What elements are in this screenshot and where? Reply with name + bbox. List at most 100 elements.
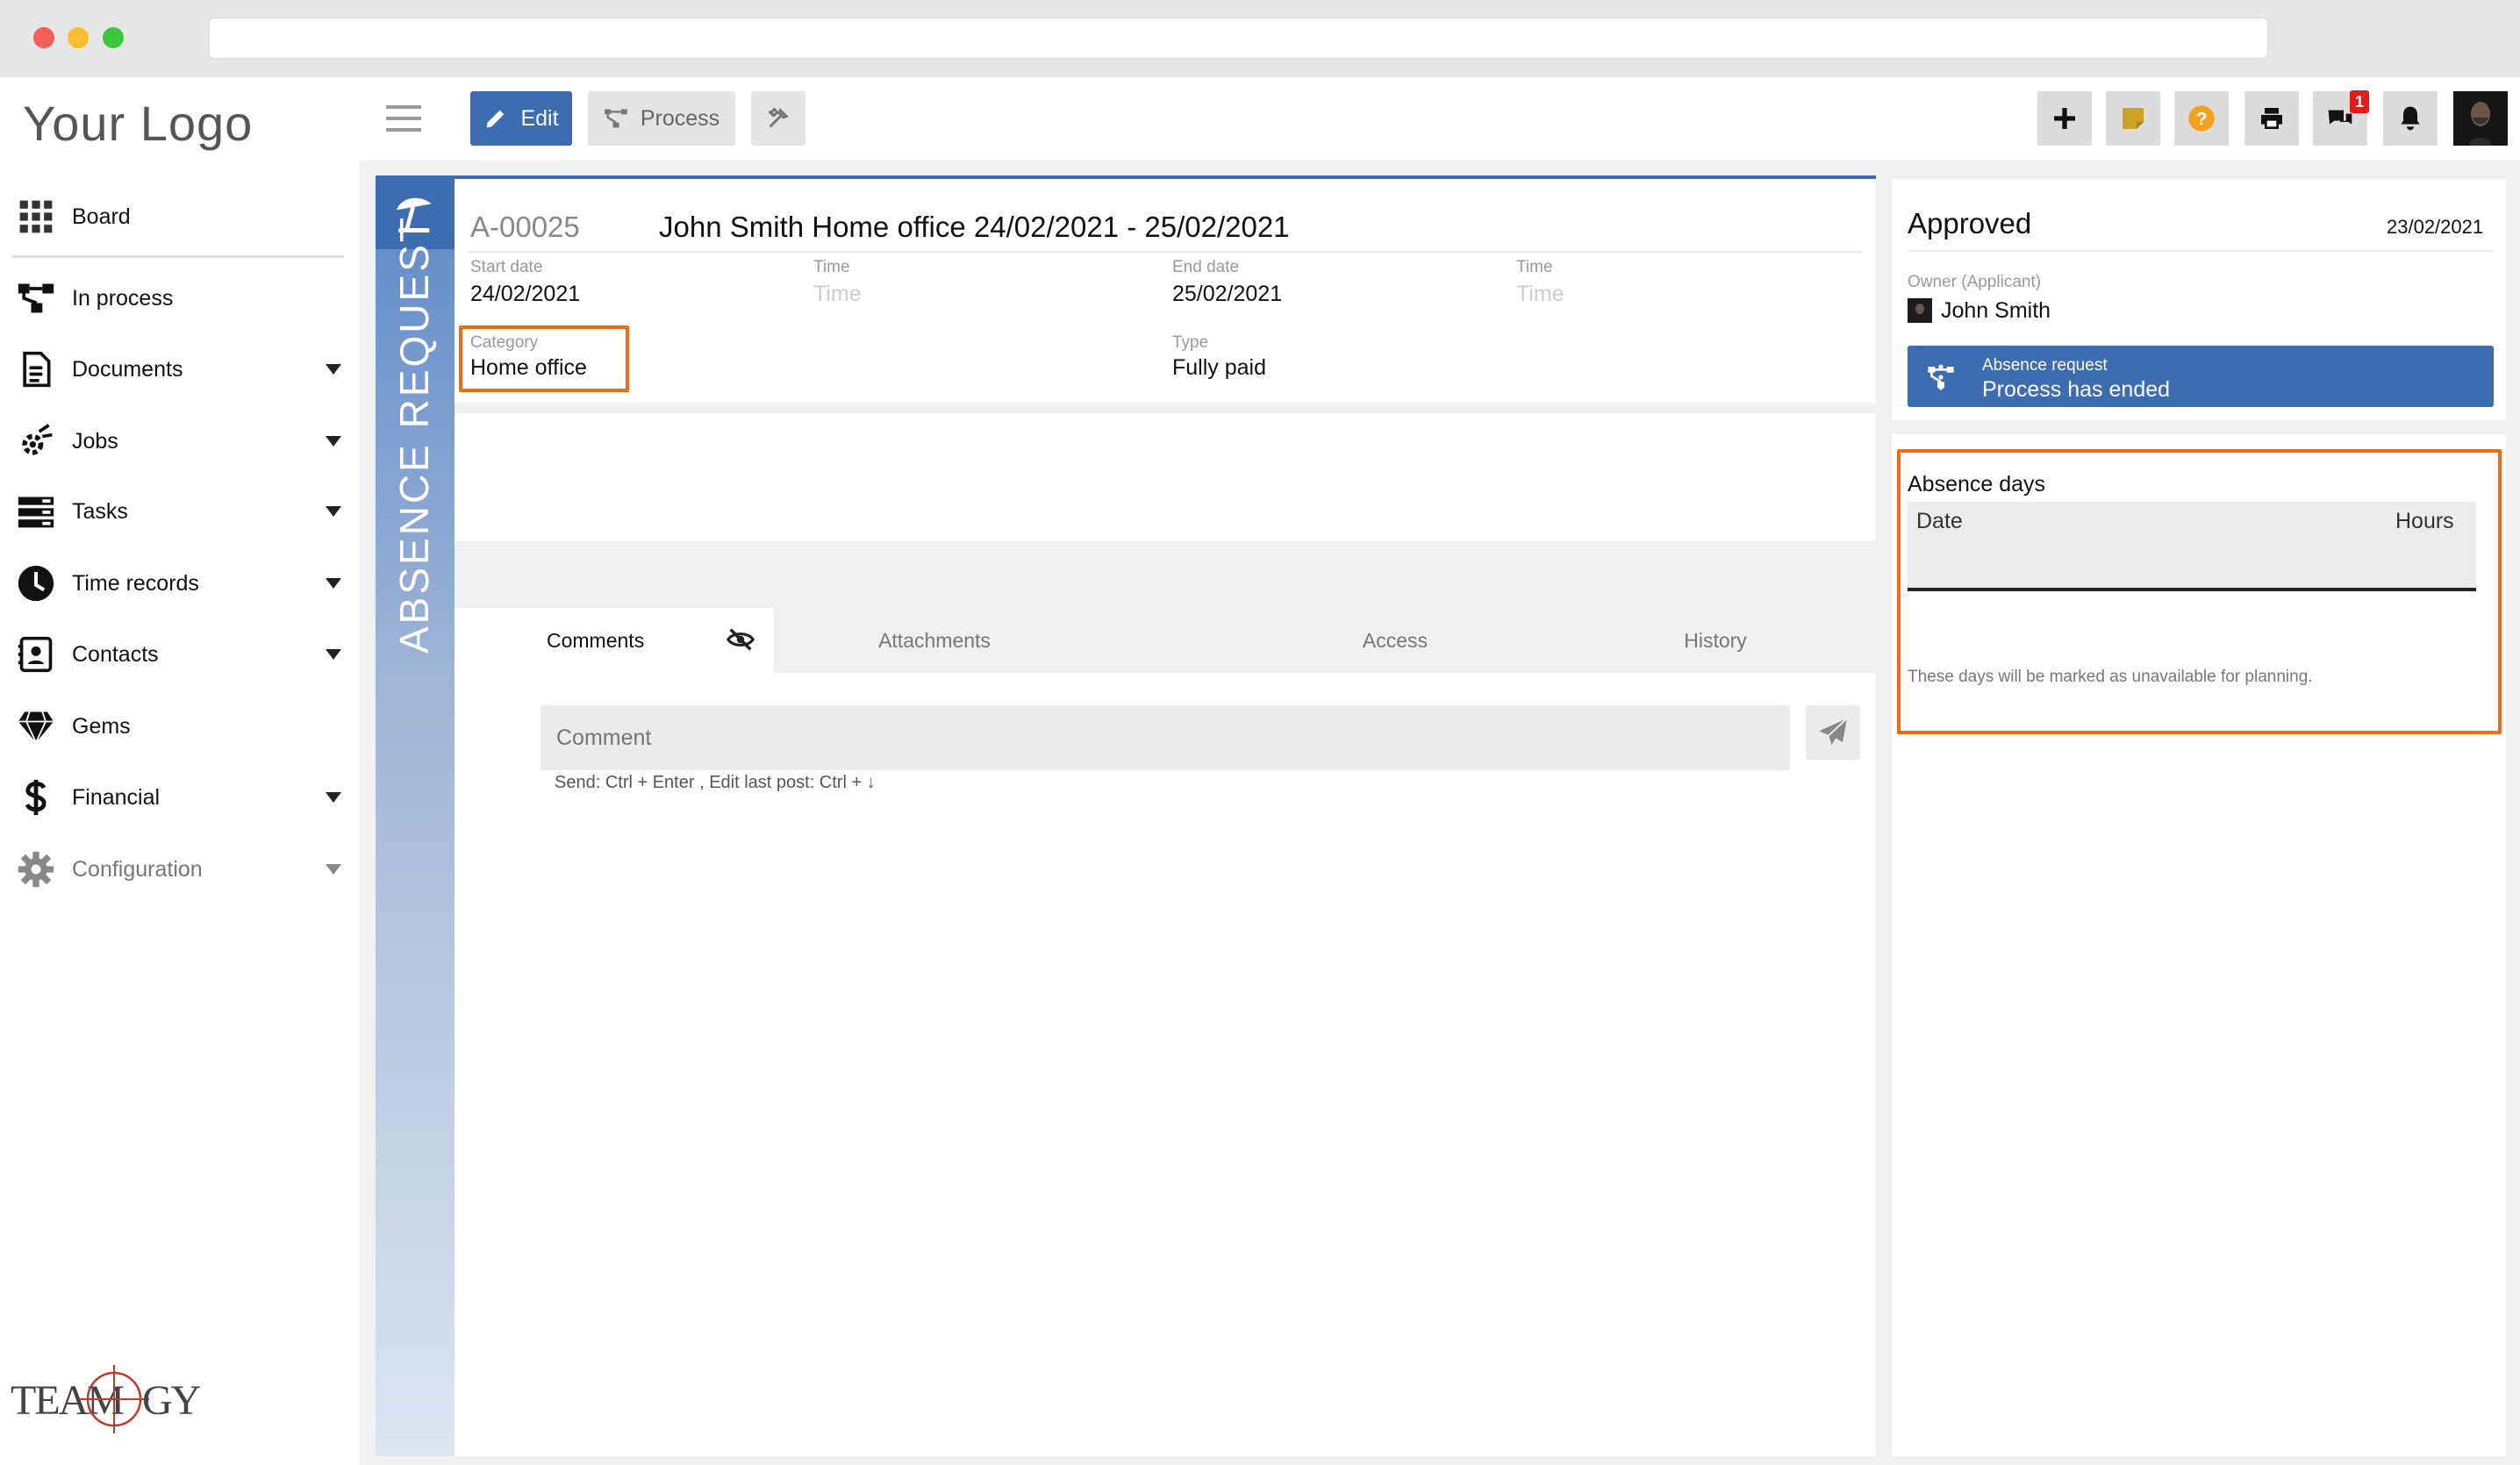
document-icon [0,339,72,400]
chevron-down-icon[interactable] [316,792,351,803]
process-status: Process has ended [1982,377,2171,402]
process-status-card[interactable]: Absence request Process has ended [1908,346,2494,407]
chevron-down-icon[interactable] [316,649,351,660]
sidebar-item-label: Tasks [72,498,128,524]
print-button[interactable] [2244,91,2299,146]
sidebar-item-label: Configuration [72,856,203,882]
tools-icon [768,107,790,128]
tab-attachments[interactable]: Attachments [816,608,1053,673]
process-button-label: Process [640,105,720,131]
end-time-label: Time [1516,258,1553,276]
end-time-value[interactable]: Time [1516,282,1564,307]
category-label: Category [470,333,539,352]
tab-access[interactable]: Access [1290,608,1500,673]
clock-icon [0,553,72,614]
sidebar-item-label: Gems [72,713,131,739]
status-label: Approved [1908,207,2032,239]
end-date-label: End date [1172,258,1240,276]
sidebar-item-time-records[interactable]: Time records [0,553,351,614]
process-button[interactable]: Process [588,91,735,146]
plus-icon [2054,108,2075,129]
svg-text:GY: GY [142,1377,201,1424]
address-bar[interactable] [209,18,2268,59]
pencil-icon [486,110,505,128]
tab-label: Attachments [878,628,991,652]
type-value[interactable]: Fully paid [1172,355,1266,381]
bell-icon [2401,106,2420,131]
sidebar-item-financial[interactable]: Financial [0,767,351,828]
gem-icon [0,696,72,757]
user-photo [2453,91,2508,146]
sidebar-item-documents[interactable]: Documents [0,339,351,400]
eye-slash-icon[interactable] [726,625,755,654]
edit-button-label: Edit [520,105,559,131]
document-title: John Smith Home office 24/02/2021 - 25/0… [659,211,1290,243]
sidebar: Your Logo Board In process Documents Job… [0,77,360,1465]
hamburger-menu-icon[interactable] [386,104,421,133]
sidebar-item-label: Contacts [72,641,159,667]
tools-button[interactable] [751,91,805,146]
user-avatar[interactable] [2453,91,2508,146]
category-value[interactable]: Home office [470,355,587,381]
process-icon [605,109,627,128]
sidebar-item-board[interactable]: Board [0,186,351,247]
sidebar-item-contacts[interactable]: Contacts [0,624,351,685]
paper-plane-icon [1819,718,1848,746]
sidebar-item-jobs[interactable]: Jobs [0,411,351,472]
sidebar-item-label: Jobs [72,428,118,454]
sidebar-item-in-process[interactable]: In process [0,268,351,329]
status-date: 23/02/2021 [2387,216,2484,238]
section-gap [455,403,1876,413]
owner-avatar [1908,298,1932,323]
chevron-down-icon[interactable] [316,578,351,589]
notification-badge: 1 [2350,90,2369,113]
svg-text:?: ? [2195,108,2207,129]
document-type-label: ABSENCE REQUEST [391,215,437,654]
browser-chrome [0,0,2520,77]
end-date-value[interactable]: 25/02/2021 [1172,282,1282,307]
print-icon [2261,108,2282,129]
type-label: Type [1172,333,1209,352]
sidebar-divider [12,255,344,258]
close-window-button[interactable] [33,27,54,48]
chevron-down-icon[interactable] [316,436,351,447]
svg-text:TEAM: TEAM [11,1377,124,1424]
status-divider [1908,250,2494,252]
teamogy-logo: TEAM GY [11,1365,203,1433]
start-date-value[interactable]: 24/02/2021 [470,282,580,307]
dollar-icon [0,767,72,828]
absence-days-title: Absence days [1908,472,2046,497]
column-header-date: Date [1916,509,1963,533]
sidebar-item-label: Documents [72,356,183,382]
notifications-button[interactable] [2383,91,2438,146]
maximize-window-button[interactable] [103,27,124,48]
sidebar-item-tasks[interactable]: Tasks [0,481,351,542]
sidebar-item-label: Financial [72,784,161,810]
app-logo[interactable]: Your Logo [23,95,253,152]
sidebar-item-configuration[interactable]: Configuration [0,839,351,900]
absence-days-note: These days will be marked as unavailable… [1908,668,2313,686]
comment-input[interactable] [541,705,1790,770]
gear-icon [0,839,72,900]
description-area[interactable] [455,413,1876,541]
chevron-down-icon[interactable] [316,864,351,875]
add-button[interactable] [2037,91,2092,146]
sticky-note-icon [2123,108,2144,129]
sidebar-item-gems[interactable]: Gems [0,696,351,757]
tasks-icon [0,481,72,542]
tab-label: Comments [547,628,645,652]
minimize-window-button[interactable] [68,27,89,48]
contacts-icon [0,624,72,685]
send-comment-button[interactable] [1806,705,1860,760]
tab-history[interactable]: History [1614,608,1816,673]
edit-button[interactable]: Edit [470,91,572,146]
header-divider [469,251,1862,253]
chevron-down-icon[interactable] [316,506,351,517]
start-time-value[interactable]: Time [813,282,862,307]
sidebar-item-label: Time records [72,570,199,596]
chevron-down-icon[interactable] [316,364,351,375]
notes-button[interactable] [2106,91,2160,146]
help-button[interactable]: ? [2174,91,2229,146]
owner-name[interactable]: John Smith [1941,298,2051,324]
more-vertical-icon[interactable] [1927,363,1955,391]
